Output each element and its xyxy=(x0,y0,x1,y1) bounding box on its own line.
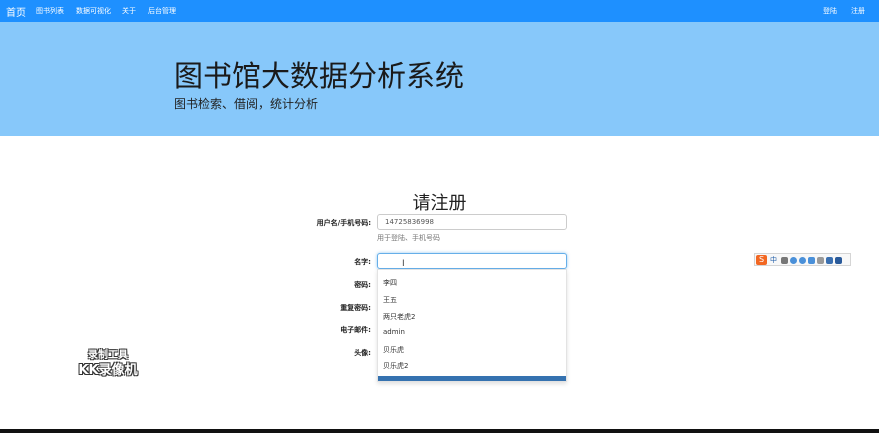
nav-link-admin[interactable]: 后台管理 xyxy=(148,6,176,16)
autocomplete-item[interactable]: 王五 xyxy=(383,295,397,305)
nav-link-data-visualization[interactable]: 数据可视化 xyxy=(76,6,111,16)
username-input[interactable]: 14725836998 xyxy=(377,214,567,230)
emoji-icon[interactable] xyxy=(790,257,797,264)
sogou-logo-icon[interactable]: S xyxy=(756,255,767,265)
nav-link-login[interactable]: 登陆 xyxy=(823,6,837,16)
autocomplete-dropdown: 李四 王五 两只老虎2 admin 贝乐虎 贝乐虎2 xyxy=(377,269,567,382)
autocomplete-item[interactable]: 两只老虎2 xyxy=(383,312,415,322)
password-repeat-label: 重复密码: xyxy=(340,304,371,312)
skin-icon[interactable] xyxy=(826,257,833,264)
name-input[interactable] xyxy=(377,253,567,269)
grid-menu-icon[interactable] xyxy=(835,257,842,264)
tools-icon[interactable] xyxy=(817,257,824,264)
avatar-label: 头像: xyxy=(354,349,371,357)
autocomplete-item[interactable]: admin xyxy=(383,328,405,336)
name-label: 名字: xyxy=(354,258,371,266)
hero-banner: 图书馆大数据分析系统 图书检索、借阅，统计分析 xyxy=(0,22,879,136)
register-form-title: 请注册 xyxy=(412,193,467,214)
email-label: 电子邮件: xyxy=(340,326,371,334)
ime-mode-label[interactable]: 中 xyxy=(770,255,777,265)
username-label: 用户名/手机号码: xyxy=(316,219,371,227)
window-bottom-edge xyxy=(0,429,879,433)
page-subtitle: 图书检索、借阅，统计分析 xyxy=(174,97,319,111)
ime-toolbar: S 中 xyxy=(754,253,851,266)
text-cursor-icon: I xyxy=(402,259,405,269)
keyboard-icon[interactable] xyxy=(808,257,815,264)
nav-home-link[interactable]: 首页 xyxy=(6,4,26,19)
nav-link-register[interactable]: 注册 xyxy=(851,6,865,16)
top-navbar: 首页 图书列表 数据可视化 关于 后台管理 登陆 注册 xyxy=(0,0,879,22)
autocomplete-item[interactable]: 贝乐虎 xyxy=(383,345,404,355)
microphone-icon[interactable] xyxy=(799,257,806,264)
username-help-text: 用于登陆、手机号码 xyxy=(377,234,440,242)
nav-link-about[interactable]: 关于 xyxy=(122,6,136,16)
watermark-line2: KK录像机 xyxy=(78,363,138,378)
password-label: 密码: xyxy=(354,281,371,289)
nav-link-book-list[interactable]: 图书列表 xyxy=(36,6,64,16)
autocomplete-item[interactable]: 李四 xyxy=(383,278,397,288)
autocomplete-item[interactable]: 贝乐虎2 xyxy=(383,361,408,371)
page-title: 图书馆大数据分析系统 xyxy=(174,59,465,93)
autocomplete-highlight-bar xyxy=(378,376,566,381)
punctuation-icon[interactable] xyxy=(781,257,788,264)
